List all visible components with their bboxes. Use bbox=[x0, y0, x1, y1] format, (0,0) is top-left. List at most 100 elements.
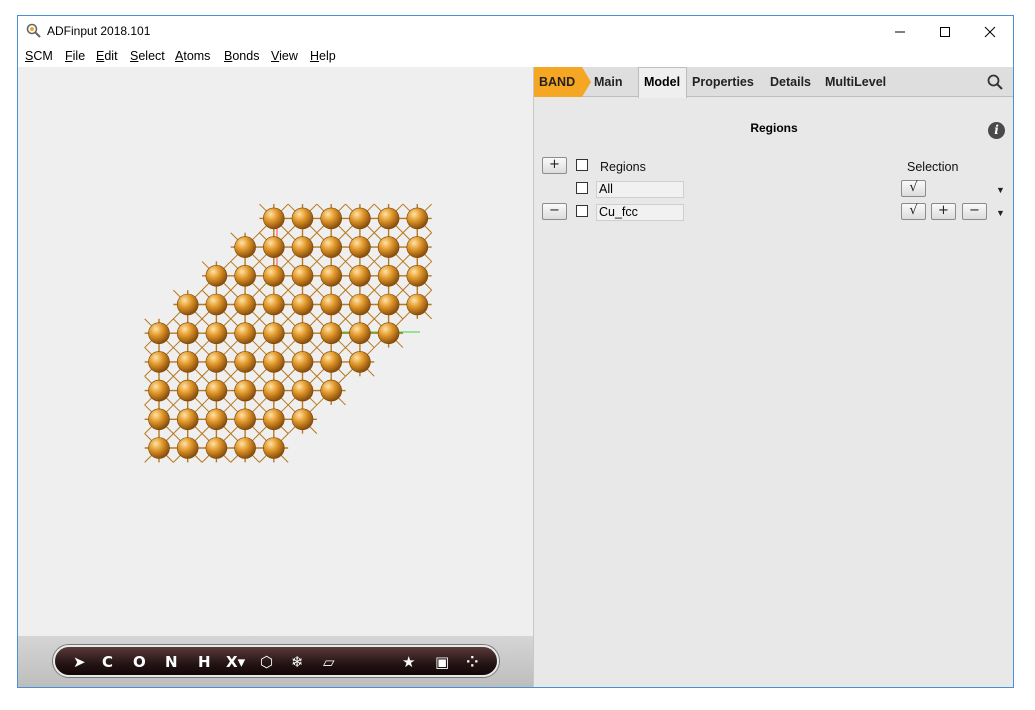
cu-atom[interactable] bbox=[148, 437, 170, 459]
crystal-tool-icon[interactable]: ❄ bbox=[291, 653, 304, 671]
cu-atom[interactable] bbox=[349, 207, 371, 230]
menu-help[interactable]: Help bbox=[310, 49, 336, 63]
remove-from-region-button[interactable]: − bbox=[962, 203, 987, 220]
molecule-tool-icon[interactable]: ⁘ bbox=[466, 653, 479, 671]
cu-atom[interactable] bbox=[349, 351, 371, 373]
cu-atom[interactable] bbox=[349, 265, 371, 287]
cu-atom[interactable] bbox=[205, 379, 228, 402]
cu-atom[interactable] bbox=[349, 322, 371, 345]
search-icon[interactable] bbox=[987, 74, 1003, 90]
cu-atom[interactable] bbox=[291, 293, 314, 316]
close-button[interactable] bbox=[967, 16, 1013, 47]
menu-view[interactable]: View bbox=[271, 49, 298, 63]
cu-atom[interactable] bbox=[176, 322, 199, 345]
select-region-all-button[interactable]: √ bbox=[901, 180, 926, 197]
menu-file[interactable]: File bbox=[65, 49, 85, 63]
add-region-button[interactable]: + bbox=[542, 157, 567, 174]
cu-atom[interactable] bbox=[263, 379, 285, 402]
cu-atom[interactable] bbox=[263, 293, 285, 316]
cu-atom[interactable] bbox=[320, 207, 343, 230]
cu-atom[interactable] bbox=[234, 322, 256, 345]
cu-atom[interactable] bbox=[205, 265, 228, 287]
oxygen-tool-icon[interactable]: O bbox=[133, 653, 146, 671]
cu-atom[interactable] bbox=[320, 293, 343, 316]
slab-tool-icon[interactable]: ▱ bbox=[323, 653, 335, 671]
cu-atom[interactable] bbox=[377, 293, 400, 316]
cu-atom[interactable] bbox=[291, 408, 314, 431]
hydrogen-tool-icon[interactable]: H bbox=[198, 653, 211, 671]
cu-atom[interactable] bbox=[320, 322, 343, 345]
cu-atom[interactable] bbox=[377, 236, 400, 258]
tab-main[interactable]: Main bbox=[594, 75, 622, 89]
nitrogen-tool-icon[interactable]: N bbox=[165, 653, 178, 671]
cu-atom[interactable] bbox=[377, 207, 400, 230]
cu-atom[interactable] bbox=[148, 408, 170, 431]
cu-atom[interactable] bbox=[263, 322, 285, 345]
cu-atom[interactable] bbox=[406, 293, 429, 316]
menu-bonds[interactable]: Bonds bbox=[224, 49, 259, 63]
cu-atom[interactable] bbox=[377, 322, 400, 345]
cu-atom[interactable] bbox=[291, 351, 314, 373]
cu-atom[interactable] bbox=[205, 293, 228, 316]
info-icon[interactable]: i bbox=[988, 122, 1005, 139]
cu-atom[interactable] bbox=[406, 265, 429, 287]
cu-atom[interactable] bbox=[291, 236, 314, 258]
cu-atom[interactable] bbox=[234, 437, 256, 459]
region-checkbox-all[interactable] bbox=[576, 182, 588, 194]
cu-atom[interactable] bbox=[263, 408, 285, 431]
cu-atom[interactable] bbox=[263, 207, 285, 230]
cu-atom[interactable] bbox=[205, 437, 228, 459]
menu-select[interactable]: Select bbox=[130, 49, 165, 63]
tab-model[interactable]: Model bbox=[638, 67, 687, 98]
cu-atom[interactable] bbox=[377, 265, 400, 287]
cu-atom[interactable] bbox=[234, 351, 256, 373]
cu-atom[interactable] bbox=[176, 437, 199, 459]
cu-atom[interactable] bbox=[148, 351, 170, 373]
select-region-cu-fcc-button[interactable]: √ bbox=[901, 203, 926, 220]
cu-atom[interactable] bbox=[176, 293, 199, 316]
region-all-dropdown-icon[interactable]: ▼ bbox=[996, 185, 1005, 195]
cu-atom[interactable] bbox=[291, 207, 314, 230]
maximize-button[interactable] bbox=[922, 16, 968, 47]
cu-atom[interactable] bbox=[320, 379, 343, 402]
cu-atom[interactable] bbox=[234, 408, 256, 431]
region-name-all[interactable]: All bbox=[596, 181, 684, 198]
region-name-cu-fcc[interactable]: Cu_fcc bbox=[596, 204, 684, 221]
select-all-checkbox[interactable] bbox=[576, 159, 588, 171]
cu-atom[interactable] bbox=[234, 293, 256, 316]
cu-atom[interactable] bbox=[234, 236, 256, 258]
crystal-structure[interactable] bbox=[18, 67, 533, 636]
add-to-region-button[interactable]: + bbox=[931, 203, 956, 220]
cu-atom[interactable] bbox=[320, 236, 343, 258]
cu-atom[interactable] bbox=[205, 322, 228, 345]
cu-atom[interactable] bbox=[205, 351, 228, 373]
cu-atom[interactable] bbox=[349, 293, 371, 316]
carbon-tool-icon[interactable]: C bbox=[102, 653, 113, 671]
cu-atom[interactable] bbox=[406, 236, 429, 258]
tab-details[interactable]: Details bbox=[770, 75, 811, 89]
tab-band-engine[interactable]: BAND bbox=[534, 67, 592, 97]
region-cu-fcc-dropdown-icon[interactable]: ▼ bbox=[996, 208, 1005, 218]
cu-atom[interactable] bbox=[148, 322, 170, 345]
cu-atom[interactable] bbox=[176, 408, 199, 431]
cu-atom[interactable] bbox=[148, 379, 170, 402]
cu-atom[interactable] bbox=[176, 351, 199, 373]
menu-edit[interactable]: Edit bbox=[96, 49, 118, 63]
favorites-tool-icon[interactable]: ★ bbox=[402, 653, 415, 671]
region-checkbox-cu-fcc[interactable] bbox=[576, 205, 588, 217]
cu-atom[interactable] bbox=[234, 265, 256, 287]
tab-properties[interactable]: Properties bbox=[692, 75, 754, 89]
cu-atom[interactable] bbox=[263, 236, 285, 258]
tab-multilevel[interactable]: MultiLevel bbox=[825, 75, 886, 89]
select-tool-icon[interactable]: ➤ bbox=[73, 653, 86, 671]
menu-scm[interactable]: SCM bbox=[25, 49, 53, 63]
view-box-tool-icon[interactable]: ▣ bbox=[435, 653, 449, 671]
menu-atoms[interactable]: Atoms bbox=[175, 49, 210, 63]
cu-atom[interactable] bbox=[320, 265, 343, 287]
cu-atom[interactable] bbox=[406, 207, 429, 230]
cu-atom[interactable] bbox=[320, 351, 343, 373]
ring-tool-icon[interactable]: ⬡ bbox=[260, 653, 273, 671]
minimize-button[interactable] bbox=[877, 16, 923, 47]
cu-atom[interactable] bbox=[263, 437, 285, 459]
cu-atom[interactable] bbox=[291, 379, 314, 402]
